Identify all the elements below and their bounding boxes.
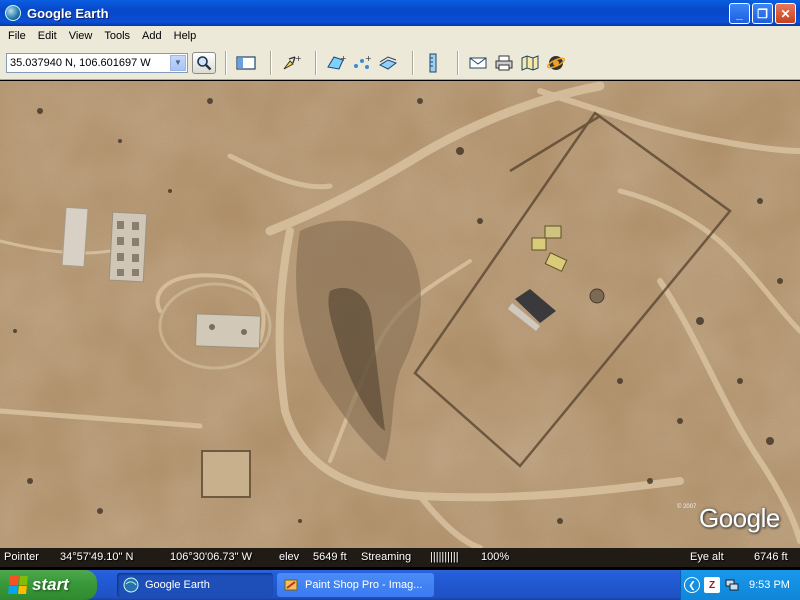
toolbar-separator (225, 50, 226, 75)
toolbar-separator (412, 50, 413, 75)
paint-shop-pro-icon (284, 579, 298, 591)
menu-help[interactable]: Help (168, 30, 203, 42)
path-icon: + (354, 54, 372, 69)
network-icon[interactable] (724, 577, 740, 593)
windows-logo-icon (8, 576, 28, 594)
pointer-latitude: 34°57'49.10" N (60, 551, 134, 563)
streaming-label: Streaming (361, 551, 412, 563)
ruler-button[interactable] (422, 52, 444, 74)
add-placemark-button[interactable]: + (280, 52, 302, 74)
satellite-imagery (0, 81, 800, 548)
polygon-icon: + (327, 54, 346, 70)
close-button[interactable]: ✕ (775, 3, 796, 24)
sky-icon (546, 55, 566, 70)
svg-text:+: + (365, 54, 372, 63)
toolbar-separator (457, 50, 458, 75)
pointer-label: Pointer (4, 551, 39, 563)
add-polygon-button[interactable]: + (325, 52, 347, 74)
taskbar-item-paint-shop-pro[interactable]: Paint Shop Pro - Imag... (277, 573, 434, 597)
search-button[interactable] (192, 51, 216, 74)
status-bar: Pointer 34°57'49.10" N 106°30'06.73" W e… (0, 548, 800, 567)
svg-text:+: + (340, 54, 346, 63)
menu-bar: File Edit View Tools Add Help (0, 26, 800, 46)
print-icon (495, 55, 513, 70)
svg-text:+: + (295, 54, 301, 63)
add-path-button[interactable]: + (351, 52, 373, 74)
streaming-progress: |||||||||| (430, 551, 459, 563)
tray-letter: Z (708, 579, 716, 591)
eye-alt-label: Eye alt (690, 551, 724, 563)
window-controls: _ ❐ ✕ (729, 3, 796, 24)
minimize-button[interactable]: _ (729, 3, 750, 24)
task-label: Paint Shop Pro - Imag... (305, 579, 423, 591)
map-view[interactable]: © 2007 Google (0, 81, 800, 548)
task-label: Google Earth (145, 579, 210, 591)
menu-view[interactable]: View (63, 30, 99, 42)
sidebar-toggle-button[interactable] (235, 52, 257, 74)
chevron-left-icon[interactable]: ❮ (684, 577, 700, 593)
toolbar-separator (270, 50, 271, 75)
sky-button[interactable] (545, 52, 567, 74)
streaming-percent: 100% (481, 551, 510, 563)
search-input[interactable]: 35.037940 N, 106.601697 W ▼ (6, 52, 188, 73)
taskbar: start Google Earth Paint Shop Pro - Imag… (0, 570, 800, 600)
image-overlay-icon (378, 55, 398, 70)
system-tray: ❮ Z 9:53 PM (680, 570, 800, 600)
chevron-down-icon[interactable]: ▼ (170, 54, 186, 71)
maps-icon (521, 54, 539, 71)
ruler-icon (429, 53, 437, 72)
window-title: Google Earth (27, 5, 109, 21)
menu-add[interactable]: Add (136, 30, 168, 42)
search-value: 35.037940 N, 106.601697 W (10, 56, 151, 69)
google-logo: Google (699, 503, 780, 533)
menu-edit[interactable]: Edit (32, 30, 63, 42)
copyright-text: © 2007 (677, 504, 697, 510)
maximize-button[interactable]: ❐ (752, 3, 773, 24)
toolbar-separator (315, 50, 316, 75)
placemark-icon: + (283, 54, 301, 69)
clock: 9:53 PM (749, 579, 790, 591)
title-bar: Google Earth _ ❐ ✕ (0, 0, 800, 26)
start-button[interactable]: start (0, 570, 97, 600)
google-earth-icon (123, 577, 139, 593)
google-earth-icon (5, 5, 21, 21)
start-label: start (32, 575, 69, 594)
taskbar-item-google-earth[interactable]: Google Earth (117, 573, 273, 597)
print-button[interactable] (493, 52, 515, 74)
menu-tools[interactable]: Tools (98, 30, 136, 42)
menu-file[interactable]: File (2, 30, 32, 42)
toolbar: 35.037940 N, 106.601697 W ▼ + + + (0, 46, 800, 80)
email-button[interactable] (467, 52, 489, 74)
network-icon-graphic (725, 579, 739, 591)
eye-alt-value: 6746 ft (754, 551, 788, 563)
elevation-value: 5649 ft (313, 551, 347, 563)
add-image-overlay-button[interactable] (377, 52, 399, 74)
pointer-longitude: 106°30'06.73" W (170, 551, 252, 563)
elevation-label: elev (279, 551, 300, 563)
sidebar-icon (236, 55, 256, 70)
email-icon (469, 57, 487, 68)
search-icon (197, 55, 212, 70)
zonealarm-icon[interactable]: Z (704, 577, 720, 593)
google-maps-button[interactable] (519, 52, 541, 74)
